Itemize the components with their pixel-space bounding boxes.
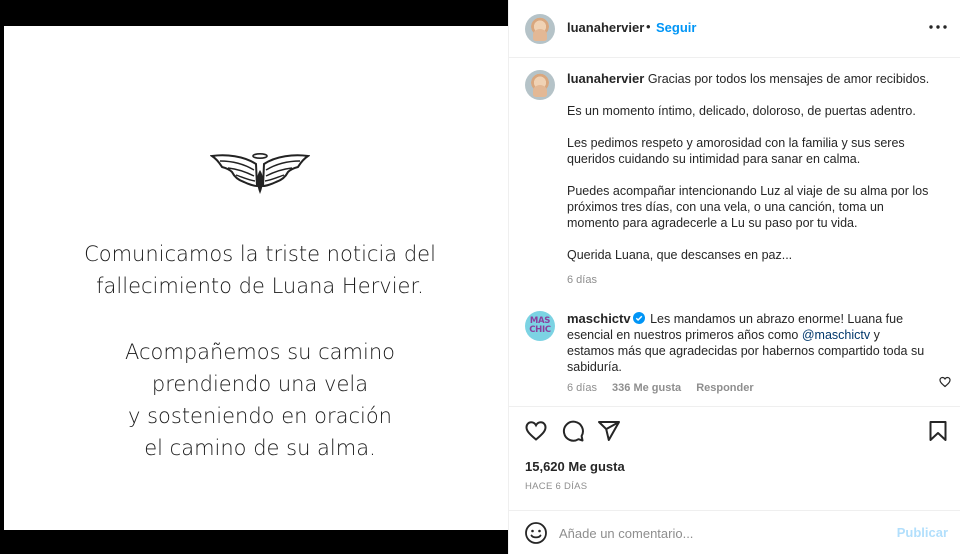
prayer-line: y sosteniendo en oración xyxy=(127,404,392,428)
verified-badge-icon xyxy=(632,312,645,324)
post-actions: 15,620 Me gusta HACE 6 DÍAS xyxy=(509,406,960,510)
bookmark-icon[interactable] xyxy=(926,419,950,443)
comment-username[interactable]: maschictv xyxy=(567,311,631,326)
header-username[interactable]: luanahervier xyxy=(567,20,644,35)
caption-text: luanahervier Gracias por todos los mensa… xyxy=(567,71,937,279)
post-media: Comunicamos la triste noticia del fallec… xyxy=(0,0,508,554)
avatar-logo-text: CHIC xyxy=(529,325,551,335)
comment-input[interactable] xyxy=(559,521,889,545)
post-image: Comunicamos la triste noticia del fallec… xyxy=(4,26,508,530)
separator-dot: • xyxy=(646,19,651,34)
comment-meta: 6 días 336 Me gusta Responder xyxy=(567,382,766,394)
avatar[interactable]: MAS CHIC xyxy=(525,311,555,341)
headline-line: fallecimiento de Luana Hervier. xyxy=(96,274,424,298)
comment-likes[interactable]: 336 Me gusta xyxy=(612,382,681,394)
comments-section[interactable]: luanahervier Gracias por todos los mensa… xyxy=(509,59,960,406)
comment-timestamp[interactable]: 6 días xyxy=(567,382,597,394)
post-date[interactable]: HACE 6 DÍAS xyxy=(525,481,587,492)
comment-like-heart-icon[interactable] xyxy=(939,376,951,388)
caption-paragraph: Puedes acompañar intencionando Luz al vi… xyxy=(567,184,929,230)
prayer-line: prendiendo una vela xyxy=(151,372,369,396)
angel-wings-icon xyxy=(210,152,310,194)
post-sidebar: luanahervier • Seguir luanahervier Graci… xyxy=(508,0,960,554)
mention-link[interactable]: @maschictv xyxy=(802,328,870,342)
prayer-line: Acompañemos su camino xyxy=(125,340,395,364)
caption-paragraph: Les pedimos respeto y amorosidad con la … xyxy=(567,136,905,166)
reply-button[interactable]: Responder xyxy=(696,382,753,394)
post-prayer-text: Acompañemos su camino prendiendo una vel… xyxy=(4,336,516,464)
headline-line: Comunicamos la triste noticia del xyxy=(84,242,436,266)
emoji-icon[interactable] xyxy=(524,521,548,545)
share-icon[interactable] xyxy=(597,419,621,443)
post-headline: Comunicamos la triste noticia del fallec… xyxy=(4,238,516,302)
comment-text: maschictv Les mandamos un abrazo enorme!… xyxy=(567,311,927,375)
heart-icon[interactable] xyxy=(524,419,548,443)
avatar[interactable] xyxy=(525,14,555,44)
more-options-icon[interactable] xyxy=(927,16,949,38)
caption-paragraph: Gracias por todos los mensajes de amor r… xyxy=(647,72,930,86)
comment-icon[interactable] xyxy=(561,419,585,443)
prayer-line: el camino de su alma. xyxy=(144,436,376,460)
caption-paragraph: Querida Luana, que descanses en paz... xyxy=(567,248,793,262)
caption-timestamp[interactable]: 6 días xyxy=(567,274,597,286)
post-header: luanahervier • Seguir xyxy=(509,0,960,58)
caption-paragraph: Es un momento íntimo, delicado, doloroso… xyxy=(567,104,916,118)
publish-button[interactable]: Publicar xyxy=(897,525,948,540)
avatar[interactable] xyxy=(525,70,555,100)
comment-composer: Publicar xyxy=(509,510,960,554)
follow-button[interactable]: Seguir xyxy=(656,20,696,35)
like-count[interactable]: 15,620 Me gusta xyxy=(525,459,625,474)
caption-username[interactable]: luanahervier xyxy=(567,71,644,86)
